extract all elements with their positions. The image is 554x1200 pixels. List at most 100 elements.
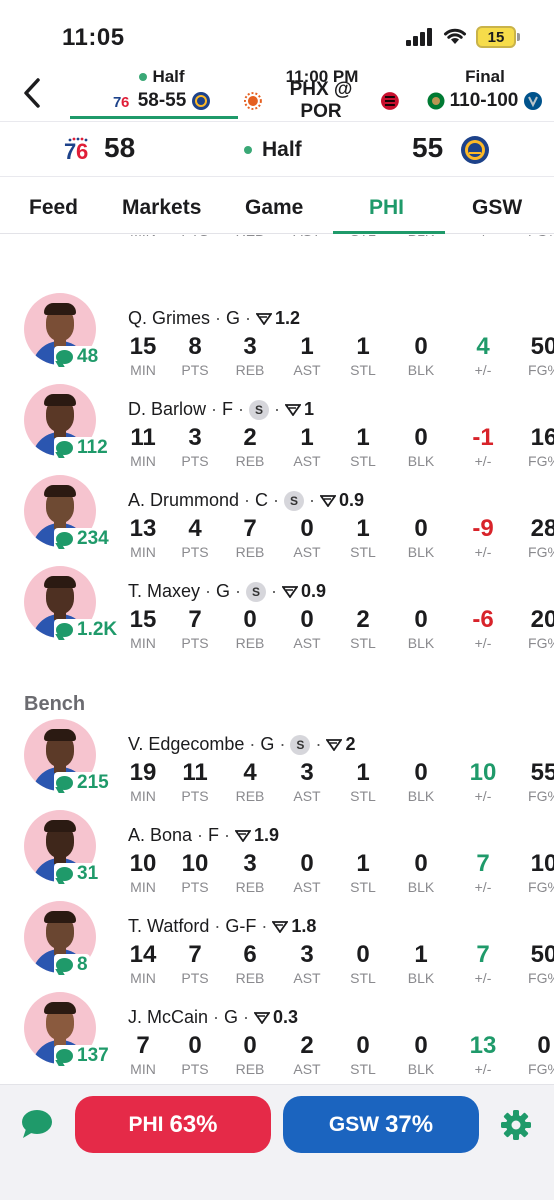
stat-label: MIN	[130, 635, 156, 651]
gear-icon[interactable]	[500, 1109, 532, 1141]
comment-count[interactable]: 48	[54, 346, 101, 368]
rating-value: 0.9	[301, 581, 327, 601]
stat-value: 50	[530, 941, 554, 968]
comment-bubble-icon	[56, 441, 73, 455]
player-name-line[interactable]: V. Edgecombe · G · S · 2	[128, 734, 355, 755]
status-bar: 11:05 15	[0, 0, 554, 62]
stat-cell: 0 BLK	[391, 850, 451, 896]
stat-cell: 4 +/-	[453, 333, 513, 379]
stat-label: +/-	[474, 453, 492, 469]
stat-value: 2	[243, 424, 257, 451]
phi-win-probability-button[interactable]: PHI 63%	[75, 1096, 271, 1153]
player-row[interactable]: 31 A. Bona · F · 1.9 10 MIN 10 PTS 3 REB 0 AST 1 STL 0 BL…	[0, 810, 554, 906]
player-row[interactable]: 8 T. Watford · G-F · 1.8 14 MIN 7 PTS 6 REB 3 AST 0 STL…	[0, 901, 554, 997]
stat-label: +/-	[474, 362, 492, 378]
rating-triangle-icon	[254, 1011, 271, 1024]
player-stats-list[interactable]: 12417MIN8PTS2REB2AST1STL0BLK-10+/-28FG% 4…	[0, 235, 554, 1083]
separator: ·	[271, 581, 278, 601]
stat-value: 10	[129, 850, 157, 877]
stat-label: STL	[350, 1061, 376, 1077]
stat-cell: 11 MIN	[113, 424, 173, 470]
separator: ·	[244, 490, 251, 510]
comment-count[interactable]: 137	[54, 1045, 111, 1067]
stat-cell: 0 REB	[220, 606, 280, 652]
scoreboard: 7 6 58 Half 55	[0, 121, 554, 177]
tab-feed[interactable]: Feed	[29, 196, 78, 220]
gsw-win-probability-button[interactable]: GSW 37%	[283, 1096, 479, 1153]
game-score: PHX @ POR	[289, 79, 353, 122]
rating-triangle-icon	[256, 312, 273, 325]
stat-cell: 1 STL	[333, 333, 393, 379]
separator: ·	[205, 581, 212, 601]
chat-bubble-icon[interactable]	[20, 1107, 54, 1141]
comment-count[interactable]: 8	[54, 954, 90, 976]
rating-value: 1.9	[254, 825, 280, 845]
stat-value: 0	[300, 515, 314, 542]
comment-count[interactable]: 215	[54, 772, 111, 794]
stat-label: PTS	[181, 635, 209, 651]
tab-markets[interactable]: Markets	[122, 196, 201, 220]
stat-value: 0	[414, 333, 428, 360]
player-row[interactable]: 137 J. McCain · G · 0.3 7 MIN 0 PTS 0 REB 2 AST 0 STL 0 B…	[0, 992, 554, 1083]
stat-value: 8	[188, 333, 202, 360]
comment-count[interactable]: 112	[54, 437, 110, 459]
comment-count[interactable]: 1.2K	[54, 619, 120, 641]
blazers-logo-icon	[381, 92, 400, 110]
comment-count[interactable]: 234	[54, 528, 111, 550]
game-card-final[interactable]: Final 110-100	[420, 66, 550, 118]
player-name-line[interactable]: T. Maxey · G · S · 0.9	[128, 581, 326, 602]
stat-label: AST	[277, 235, 337, 240]
stat-label: FG%	[528, 362, 554, 378]
separator: ·	[214, 916, 221, 936]
player-row[interactable]: 234 A. Drummond · C · S · 0.9 13 MIN 4 PTS 7 REB 0 AST 1…	[0, 475, 554, 571]
comment-count-value: 112	[77, 437, 108, 458]
stat-cell: 14 MIN	[113, 941, 173, 987]
player-row[interactable]: 215 V. Edgecombe · G · S · 2 19 MIN 11 PTS 4 REB 3 AST 1…	[0, 719, 554, 815]
stat-label: AST	[293, 544, 321, 560]
player-name-line[interactable]: Q. Grimes · G · 1.2	[128, 308, 300, 329]
stat-label: FG%	[528, 970, 554, 986]
stat-cell: 7 MIN	[113, 1032, 173, 1078]
player-row[interactable]: 112 D. Barlow · F · S · 1 11 MIN 3 PTS 2 REB 1 AST 1 STL 0…	[0, 384, 554, 480]
stat-label: BLK	[391, 235, 451, 240]
player-name: Q. Grimes	[128, 308, 211, 328]
tab-phi[interactable]: PHI	[369, 196, 404, 220]
player-row[interactable]: 48 Q. Grimes · G · 1.2 15 MIN 8 PTS 3 REB 1 AST 1 STL 0 B…	[0, 293, 554, 389]
separator: ·	[245, 308, 252, 328]
player-name-line[interactable]: J. McCain · G · 0.3	[128, 1007, 298, 1028]
separator: ·	[279, 734, 286, 754]
player-name-line[interactable]: D. Barlow · F · S · 1	[128, 399, 314, 420]
player-row[interactable]: 1.2K T. Maxey · G · S · 0.9 15 MIN 7 PTS 0 REB 0 AST 2 ST…	[0, 566, 554, 662]
stat-cell: 3 AST	[277, 941, 337, 987]
stat-cell: 28FG%	[514, 235, 554, 240]
stat-value: 7	[188, 941, 202, 968]
stat-value: 10	[181, 850, 209, 877]
stat-cell: 7 REB	[220, 515, 280, 561]
stat-label: STL	[350, 453, 376, 469]
game-card-phi-gsw[interactable]: Half 76 58-55	[88, 66, 236, 118]
stat-label: STL	[350, 970, 376, 986]
player-name-line[interactable]: A. Bona · F · 1.9	[128, 825, 279, 846]
tab-game[interactable]: Game	[245, 196, 303, 220]
stat-cell: -9 +/-	[453, 515, 513, 561]
bottom-action-bar: PHI 63% GSW 37%	[0, 1084, 554, 1200]
stat-cell: 1 AST	[277, 424, 337, 470]
svg-text:6: 6	[76, 139, 88, 164]
stat-value: 0	[243, 606, 257, 633]
tab-gsw[interactable]: GSW	[472, 196, 522, 220]
player-name-line[interactable]: A. Drummond · C · S · 0.9	[128, 490, 364, 511]
comment-count[interactable]: 31	[54, 863, 101, 885]
player-row[interactable]: 12417MIN8PTS2REB2AST1STL0BLK-10+/-28FG%	[0, 235, 554, 250]
stat-label: PTS	[181, 1061, 209, 1077]
stat-value: 13	[469, 1032, 497, 1059]
stat-cell: 0 BLK	[391, 1032, 451, 1078]
game-card-phx-por[interactable]: 11:00 PM PHX @ POR	[244, 66, 400, 122]
stat-cell: 0 AST	[277, 850, 337, 896]
suns-logo-icon	[244, 92, 262, 110]
game-status: Half	[152, 67, 185, 86]
away-score: 55	[412, 132, 444, 163]
stat-label: +/-	[474, 1061, 492, 1077]
stat-value: 7	[136, 1032, 150, 1059]
back-chevron-icon[interactable]	[18, 76, 48, 110]
player-name-line[interactable]: T. Watford · G-F · 1.8	[128, 916, 316, 937]
